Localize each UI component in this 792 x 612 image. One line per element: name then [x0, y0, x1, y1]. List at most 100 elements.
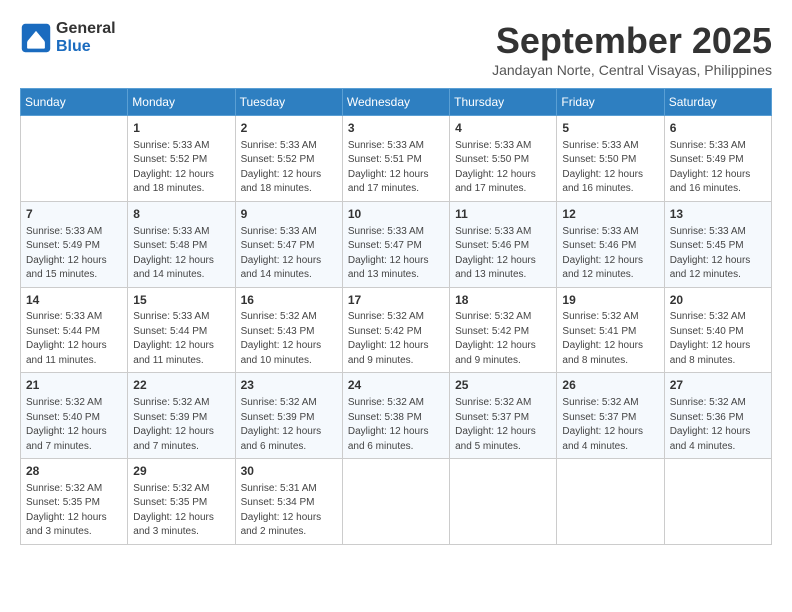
header-thursday: Thursday	[450, 89, 557, 116]
table-row: 26Sunrise: 5:32 AM Sunset: 5:37 PM Dayli…	[557, 373, 664, 459]
day-info: Sunrise: 5:33 AM Sunset: 5:46 PM Dayligh…	[455, 225, 551, 283]
table-row: 23Sunrise: 5:32 AM Sunset: 5:39 PM Dayli…	[235, 373, 342, 459]
table-row: 10Sunrise: 5:33 AM Sunset: 5:47 PM Dayli…	[342, 201, 449, 287]
day-info: Sunrise: 5:32 AM Sunset: 5:43 PM Dayligh…	[241, 310, 337, 368]
table-row: 3 Sunrise: 5:33 AM Sunset: 5:51 PM Daylig…	[342, 116, 449, 202]
logo: General Blue	[20, 20, 116, 56]
day-info: Sunrise: 5:33 AM Sunset: 5:44 PM Dayligh…	[26, 310, 122, 368]
day-info: Sunrise: 5:33 AM Sunset: 5:44 PM Dayligh…	[133, 310, 229, 368]
table-row: 14Sunrise: 5:33 AM Sunset: 5:44 PM Dayli…	[21, 287, 128, 373]
day-number: 22	[133, 377, 229, 394]
day-number: 15	[133, 292, 229, 309]
table-row: 15Sunrise: 5:33 AM Sunset: 5:44 PM Dayli…	[128, 287, 235, 373]
table-row: 5Sunrise: 5:33 AM Sunset: 5:50 PM Daylig…	[557, 116, 664, 202]
table-row: 1 Sunrise: 5:33 AM Sunset: 5:52 PM Daylig…	[128, 116, 235, 202]
day-number: 23	[241, 377, 337, 394]
calendar-week-row: 14Sunrise: 5:33 AM Sunset: 5:44 PM Dayli…	[21, 287, 772, 373]
day-info: Sunrise: 5:32 AM Sunset: 5:40 PM Dayligh…	[26, 396, 122, 454]
table-row: 18Sunrise: 5:32 AM Sunset: 5:42 PM Dayli…	[450, 287, 557, 373]
calendar-week-row: 7 Sunrise: 5:33 AM Sunset: 5:49 PM Daylig…	[21, 201, 772, 287]
table-row: 8Sunrise: 5:33 AM Sunset: 5:48 PM Daylig…	[128, 201, 235, 287]
table-row: 29 Sunrise: 5:32 AM Sunset: 5:35 PM Dayli…	[128, 459, 235, 545]
header-saturday: Saturday	[664, 89, 771, 116]
table-row: 28 Sunrise: 5:32 AM Sunset: 5:35 PM Dayli…	[21, 459, 128, 545]
day-number: 5	[562, 120, 658, 137]
day-info: Sunrise: 5:33 AM Sunset: 5:49 PM Dayligh…	[670, 139, 766, 197]
day-info: Sunrise: 5:33 AM Sunset: 5:49 PM Dayligh…	[26, 225, 122, 283]
table-row: 13Sunrise: 5:33 AM Sunset: 5:45 PM Dayli…	[664, 201, 771, 287]
table-row	[664, 459, 771, 545]
logo-text: General Blue	[56, 20, 116, 56]
location-subtitle: Jandayan Norte, Central Visayas, Philipp…	[492, 62, 772, 78]
calendar-week-row: 28 Sunrise: 5:32 AM Sunset: 5:35 PM Dayli…	[21, 459, 772, 545]
day-info: Sunrise: 5:33 AM Sunset: 5:51 PM Dayligh…	[348, 139, 444, 197]
day-number: 12	[562, 206, 658, 223]
day-number: 13	[670, 206, 766, 223]
table-row: 19Sunrise: 5:32 AM Sunset: 5:41 PM Dayli…	[557, 287, 664, 373]
day-number: 1	[133, 120, 229, 137]
day-info: Sunrise: 5:33 AM Sunset: 5:47 PM Dayligh…	[348, 225, 444, 283]
day-number: 16	[241, 292, 337, 309]
calendar-week-row: 1 Sunrise: 5:33 AM Sunset: 5:52 PM Daylig…	[21, 116, 772, 202]
month-title: September 2025	[492, 20, 772, 62]
day-info: Sunrise: 5:32 AM Sunset: 5:39 PM Dayligh…	[133, 396, 229, 454]
table-row: 25Sunrise: 5:32 AM Sunset: 5:37 PM Dayli…	[450, 373, 557, 459]
table-row	[21, 116, 128, 202]
day-info: Sunrise: 5:32 AM Sunset: 5:38 PM Dayligh…	[348, 396, 444, 454]
day-number: 7	[26, 206, 122, 223]
day-number: 9	[241, 206, 337, 223]
page-header: General Blue September 2025 Jandayan Nor…	[20, 20, 772, 78]
day-info: Sunrise: 5:33 AM Sunset: 5:52 PM Dayligh…	[133, 139, 229, 197]
title-section: September 2025 Jandayan Norte, Central V…	[492, 20, 772, 78]
day-number: 27	[670, 377, 766, 394]
day-info: Sunrise: 5:32 AM Sunset: 5:36 PM Dayligh…	[670, 396, 766, 454]
day-number: 20	[670, 292, 766, 309]
day-number: 30	[241, 463, 337, 480]
day-info: Sunrise: 5:33 AM Sunset: 5:47 PM Dayligh…	[241, 225, 337, 283]
day-number: 19	[562, 292, 658, 309]
table-row	[342, 459, 449, 545]
day-info: Sunrise: 5:32 AM Sunset: 5:41 PM Dayligh…	[562, 310, 658, 368]
table-row: 9 Sunrise: 5:33 AM Sunset: 5:47 PM Daylig…	[235, 201, 342, 287]
day-number: 29	[133, 463, 229, 480]
day-info: Sunrise: 5:32 AM Sunset: 5:35 PM Dayligh…	[133, 482, 229, 540]
table-row: 12 Sunrise: 5:33 AM Sunset: 5:46 PM Dayli…	[557, 201, 664, 287]
day-number: 25	[455, 377, 551, 394]
day-info: Sunrise: 5:32 AM Sunset: 5:35 PM Dayligh…	[26, 482, 122, 540]
day-info: Sunrise: 5:32 AM Sunset: 5:42 PM Dayligh…	[455, 310, 551, 368]
table-row: 30 Sunrise: 5:31 AM Sunset: 5:34 PM Dayli…	[235, 459, 342, 545]
table-row: 4 Sunrise: 5:33 AM Sunset: 5:50 PM Daylig…	[450, 116, 557, 202]
header-wednesday: Wednesday	[342, 89, 449, 116]
day-info: Sunrise: 5:32 AM Sunset: 5:40 PM Dayligh…	[670, 310, 766, 368]
header-friday: Friday	[557, 89, 664, 116]
header-sunday: Sunday	[21, 89, 128, 116]
day-info: Sunrise: 5:33 AM Sunset: 5:50 PM Dayligh…	[455, 139, 551, 197]
table-row: 16Sunrise: 5:32 AM Sunset: 5:43 PM Dayli…	[235, 287, 342, 373]
day-number: 3	[348, 120, 444, 137]
table-row: 22 Sunrise: 5:32 AM Sunset: 5:39 PM Dayli…	[128, 373, 235, 459]
day-number: 6	[670, 120, 766, 137]
table-row: 27 Sunrise: 5:32 AM Sunset: 5:36 PM Dayli…	[664, 373, 771, 459]
day-number: 24	[348, 377, 444, 394]
day-info: Sunrise: 5:32 AM Sunset: 5:42 PM Dayligh…	[348, 310, 444, 368]
day-number: 4	[455, 120, 551, 137]
day-number: 8	[133, 206, 229, 223]
day-number: 18	[455, 292, 551, 309]
table-row: 2Sunrise: 5:33 AM Sunset: 5:52 PM Daylig…	[235, 116, 342, 202]
table-row: 20Sunrise: 5:32 AM Sunset: 5:40 PM Dayli…	[664, 287, 771, 373]
calendar-header-row: Sunday Monday Tuesday Wednesday Thursday…	[21, 89, 772, 116]
table-row: 17Sunrise: 5:32 AM Sunset: 5:42 PM Dayli…	[342, 287, 449, 373]
day-number: 17	[348, 292, 444, 309]
table-row: 11Sunrise: 5:33 AM Sunset: 5:46 PM Dayli…	[450, 201, 557, 287]
day-number: 21	[26, 377, 122, 394]
calendar-week-row: 21 Sunrise: 5:32 AM Sunset: 5:40 PM Dayli…	[21, 373, 772, 459]
table-row	[450, 459, 557, 545]
day-number: 28	[26, 463, 122, 480]
day-number: 2	[241, 120, 337, 137]
day-info: Sunrise: 5:33 AM Sunset: 5:46 PM Dayligh…	[562, 225, 658, 283]
table-row: 7 Sunrise: 5:33 AM Sunset: 5:49 PM Daylig…	[21, 201, 128, 287]
day-number: 14	[26, 292, 122, 309]
day-info: Sunrise: 5:31 AM Sunset: 5:34 PM Dayligh…	[241, 482, 337, 540]
day-number: 26	[562, 377, 658, 394]
table-row: 24 Sunrise: 5:32 AM Sunset: 5:38 PM Dayli…	[342, 373, 449, 459]
